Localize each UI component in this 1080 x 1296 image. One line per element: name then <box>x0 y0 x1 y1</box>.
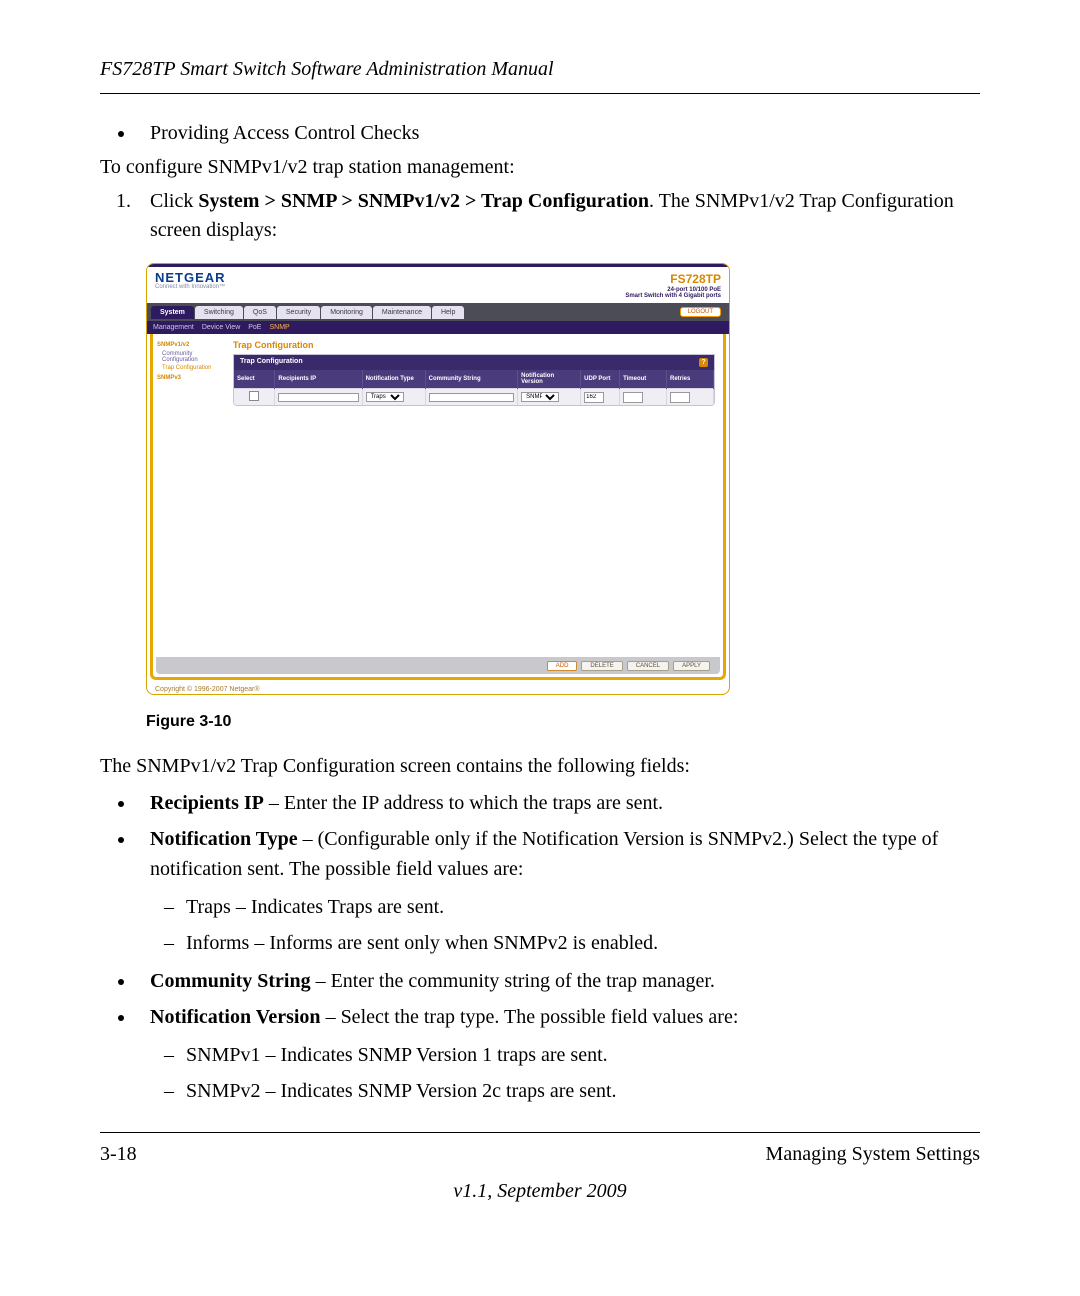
timeout-input[interactable] <box>623 392 643 403</box>
add-button[interactable]: ADD <box>547 661 578 671</box>
bullet-providing-access: Providing Access Control Checks <box>136 118 980 148</box>
step1-bold: System > SNMP > SNMPv1/v2 > Trap Configu… <box>198 190 649 212</box>
table-row: Traps SNMPv1 <box>234 389 714 406</box>
col-select: Select <box>234 370 275 389</box>
col-community-string: Community String <box>425 370 518 389</box>
community-string-input[interactable] <box>429 393 515 402</box>
subtab-management[interactable]: Management <box>153 324 194 331</box>
footer-version: v1.1, September 2009 <box>100 1180 980 1203</box>
brand-row: NETGEAR Connect with Innovation™ FS728TP… <box>147 267 729 303</box>
panel-inner-title: Trap Configuration <box>240 358 303 367</box>
doc-header-title: FS728TP Smart Switch Software Administra… <box>100 58 980 81</box>
col-notification-version: Notification Version <box>518 370 581 389</box>
trap-config-table: Select Recipients IP Notification Type C… <box>234 370 714 405</box>
notification-version-select[interactable]: SNMPv1 <box>521 392 559 402</box>
sub-snmpv2: SNMPv2 – Indicates SNMP Version 2c traps… <box>186 1076 980 1106</box>
help-icon[interactable]: ? <box>699 358 708 367</box>
retries-input[interactable] <box>670 392 690 403</box>
col-timeout: Timeout <box>620 370 667 389</box>
intro-line: To configure SNMPv1/v2 trap station mana… <box>100 156 980 179</box>
col-recipients-ip: Recipients IP <box>275 370 362 389</box>
bottom-button-bar: ADD DELETE CANCEL APPLY <box>156 657 720 674</box>
sidebar: SNMPv1/v2 Community Configuration Trap C… <box>153 334 233 677</box>
delete-button[interactable]: DELETE <box>581 661 622 671</box>
sidebar-item-community[interactable]: Community Configuration <box>162 351 229 363</box>
product-label: FS728TP 24-port 10/100 PoE Smart Switch … <box>625 271 721 299</box>
sub-traps: Traps – Indicates Traps are sent. <box>186 892 980 922</box>
subtab-device-view[interactable]: Device View <box>202 324 240 331</box>
panel-title: Trap Configuration <box>233 340 715 350</box>
subtab-snmp[interactable]: SNMP <box>269 324 289 331</box>
field-notification-type: Notification Type – (Configurable only i… <box>136 824 980 958</box>
tab-qos[interactable]: QoS <box>244 306 276 319</box>
apply-button[interactable]: APPLY <box>673 661 710 671</box>
udp-port-input[interactable] <box>584 392 604 403</box>
sidebar-head-snmpv1v2[interactable]: SNMPv1/v2 <box>157 342 229 348</box>
step1-pre: Click <box>150 190 198 212</box>
tab-system[interactable]: System <box>151 306 194 319</box>
tab-monitoring[interactable]: Monitoring <box>321 306 372 319</box>
header-rule <box>100 93 980 94</box>
step-list: Click System > SNMP > SNMPv1/v2 > Trap C… <box>100 187 980 245</box>
sidebar-head-snmpv3[interactable]: SNMPv3 <box>157 375 229 381</box>
subtab-poe[interactable]: PoE <box>248 324 261 331</box>
tab-switching[interactable]: Switching <box>195 306 243 319</box>
col-retries: Retries <box>667 370 714 389</box>
cancel-button[interactable]: CANCEL <box>627 661 669 671</box>
row-select-checkbox[interactable] <box>249 391 259 401</box>
table-header-row: Select Recipients IP Notification Type C… <box>234 370 714 389</box>
sidebar-item-trap-config[interactable]: Trap Configuration <box>162 365 229 371</box>
col-notification-type: Notification Type <box>362 370 425 389</box>
step-1: Click System > SNMP > SNMPv1/v2 > Trap C… <box>136 187 980 245</box>
sub-snmpv1: SNMPv1 – Indicates SNMP Version 1 traps … <box>186 1040 980 1070</box>
bullets-top: Providing Access Control Checks <box>100 118 980 148</box>
sub-informs: Informs – Informs are sent only when SNM… <box>186 928 980 958</box>
sub-tab-bar: Management Device View PoE SNMP <box>147 321 729 334</box>
field-recipients-ip: Recipients IP – Enter the IP address to … <box>136 788 980 818</box>
tab-help[interactable]: Help <box>432 306 464 319</box>
field-notification-version: Notification Version – Select the trap t… <box>136 1002 980 1106</box>
footer-row: 3-18 Managing System Settings <box>100 1143 980 1166</box>
recipients-ip-input[interactable] <box>278 393 358 402</box>
footer-rule <box>100 1132 980 1133</box>
col-udp-port: UDP Port <box>581 370 620 389</box>
figure-caption: Figure 3-10 <box>146 713 980 731</box>
field-bullets: Recipients IP – Enter the IP address to … <box>100 788 980 1106</box>
tab-security[interactable]: Security <box>277 306 320 319</box>
screenshot-figure: NETGEAR Connect with Innovation™ FS728TP… <box>146 263 730 695</box>
main-tab-bar: System Switching QoS Security Monitoring… <box>147 303 729 321</box>
field-community-string: Community String – Enter the community s… <box>136 966 980 996</box>
netgear-logo: NETGEAR Connect with Innovation™ <box>155 271 226 290</box>
copyright-text: Copyright © 1996-2007 Netgear® <box>147 683 729 695</box>
trap-config-panel: Trap Configuration ? Select Recipients I… <box>233 354 715 406</box>
tab-maintenance[interactable]: Maintenance <box>373 306 431 319</box>
footer-page-number: 3-18 <box>100 1143 137 1166</box>
footer-section-title: Managing System Settings <box>766 1143 980 1166</box>
notification-type-select[interactable]: Traps <box>366 392 404 402</box>
after-figure-text: The SNMPv1/v2 Trap Configuration screen … <box>100 755 980 778</box>
logout-button[interactable]: LOGOUT <box>680 307 721 317</box>
